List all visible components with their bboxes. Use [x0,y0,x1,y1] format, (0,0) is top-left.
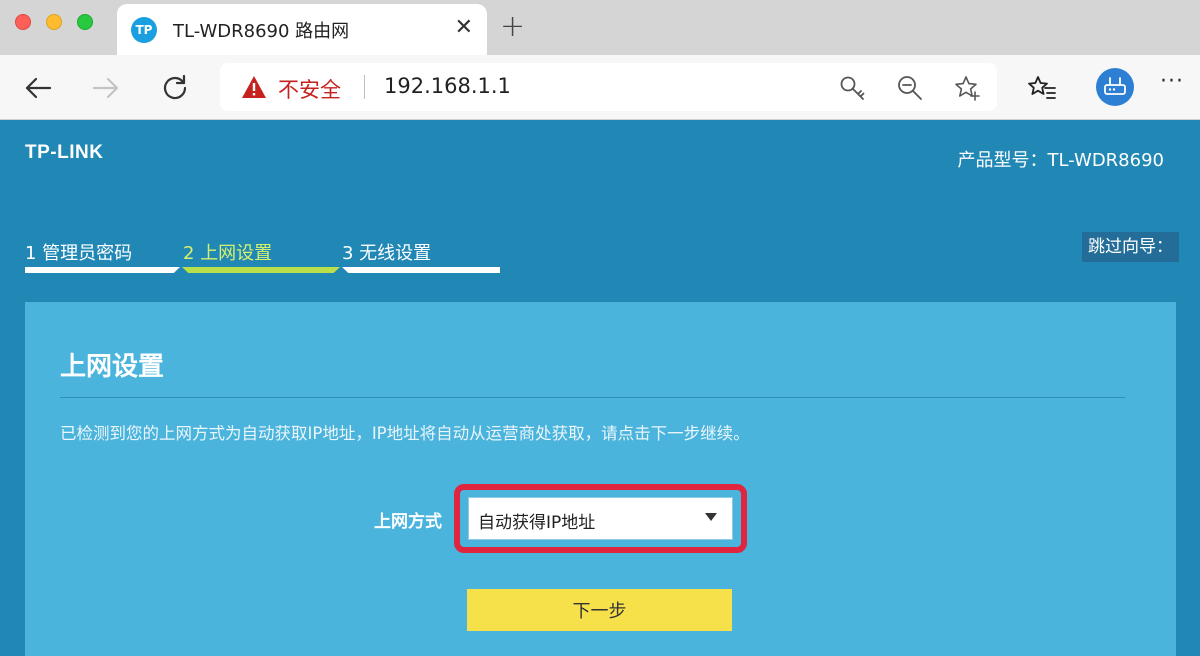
profile-icon [1104,77,1126,95]
product-model: 产品型号：TL-WDR8690 [957,150,1164,171]
step-bar-3 [342,267,500,273]
address-divider [364,75,365,99]
router-page: TP-LINK 产品型号：TL-WDR8690 1 管理员密码 2 上网设置 3… [0,121,1200,656]
close-window-button[interactable] [15,14,31,30]
more-icon[interactable]: ··· [1160,69,1184,94]
browser-titlebar: TP TL-WDR8690 路由网 ✕ + [0,0,1200,55]
key-icon[interactable] [838,74,866,102]
back-button[interactable] [21,71,55,105]
connection-type-select[interactable]: 自动获得IP地址 [468,497,733,540]
browser-toolbar: 不安全 192.168.1.1 ··· [0,55,1200,120]
favorites-icon [1028,76,1056,99]
connection-type-value: 自动获得IP地址 [478,513,596,533]
panel-divider [60,397,1125,398]
profile-button[interactable] [1096,68,1134,106]
browser-tab[interactable]: TP TL-WDR8690 路由网 ✕ [117,4,487,55]
step-internet-settings[interactable]: 2 上网设置 [183,239,272,265]
forward-button[interactable] [89,71,123,105]
favorites-button[interactable] [1026,72,1058,104]
back-icon [25,77,52,99]
not-secure-label[interactable]: 不安全 [278,74,341,104]
tp-link-logo: TP-LINK [25,142,104,163]
step-wireless-settings[interactable]: 3 无线设置 [342,239,431,265]
dropdown-arrow-icon [705,513,717,521]
new-tab-plus-icon[interactable]: + [500,10,525,44]
forward-icon [92,77,119,99]
step-admin-password[interactable]: 1 管理员密码 [25,239,132,265]
tab-title: TL-WDR8690 路由网 [173,21,350,42]
maximize-window-button[interactable] [77,14,93,30]
address-bar[interactable]: 不安全 192.168.1.1 [220,63,997,111]
zoom-out-icon[interactable] [896,74,924,102]
star-add-icon[interactable] [953,74,981,102]
url-text[interactable]: 192.168.1.1 [384,74,511,98]
internet-settings-panel: 上网设置 已检测到您的上网方式为自动获取IP地址，IP地址将自动从运营商处获取，… [25,302,1176,656]
tp-link-favicon-icon: TP [131,17,157,43]
step-bar-2 [182,267,340,273]
skip-wizard-button[interactable]: 跳过向导： [1082,232,1179,262]
reload-icon [163,74,187,100]
panel-title: 上网设置 [60,352,165,382]
connection-type-label: 上网方式 [374,512,442,532]
tab-close-icon[interactable]: ✕ [455,16,473,40]
warning-icon [242,76,266,98]
next-step-button[interactable]: 下一步 [467,589,732,631]
step-bar-1 [25,267,180,273]
reload-button[interactable] [158,71,192,105]
detection-message: 已检测到您的上网方式为自动获取IP地址，IP地址将自动从运营商处获取，请点击下一… [60,424,750,443]
minimize-window-button[interactable] [46,14,62,30]
